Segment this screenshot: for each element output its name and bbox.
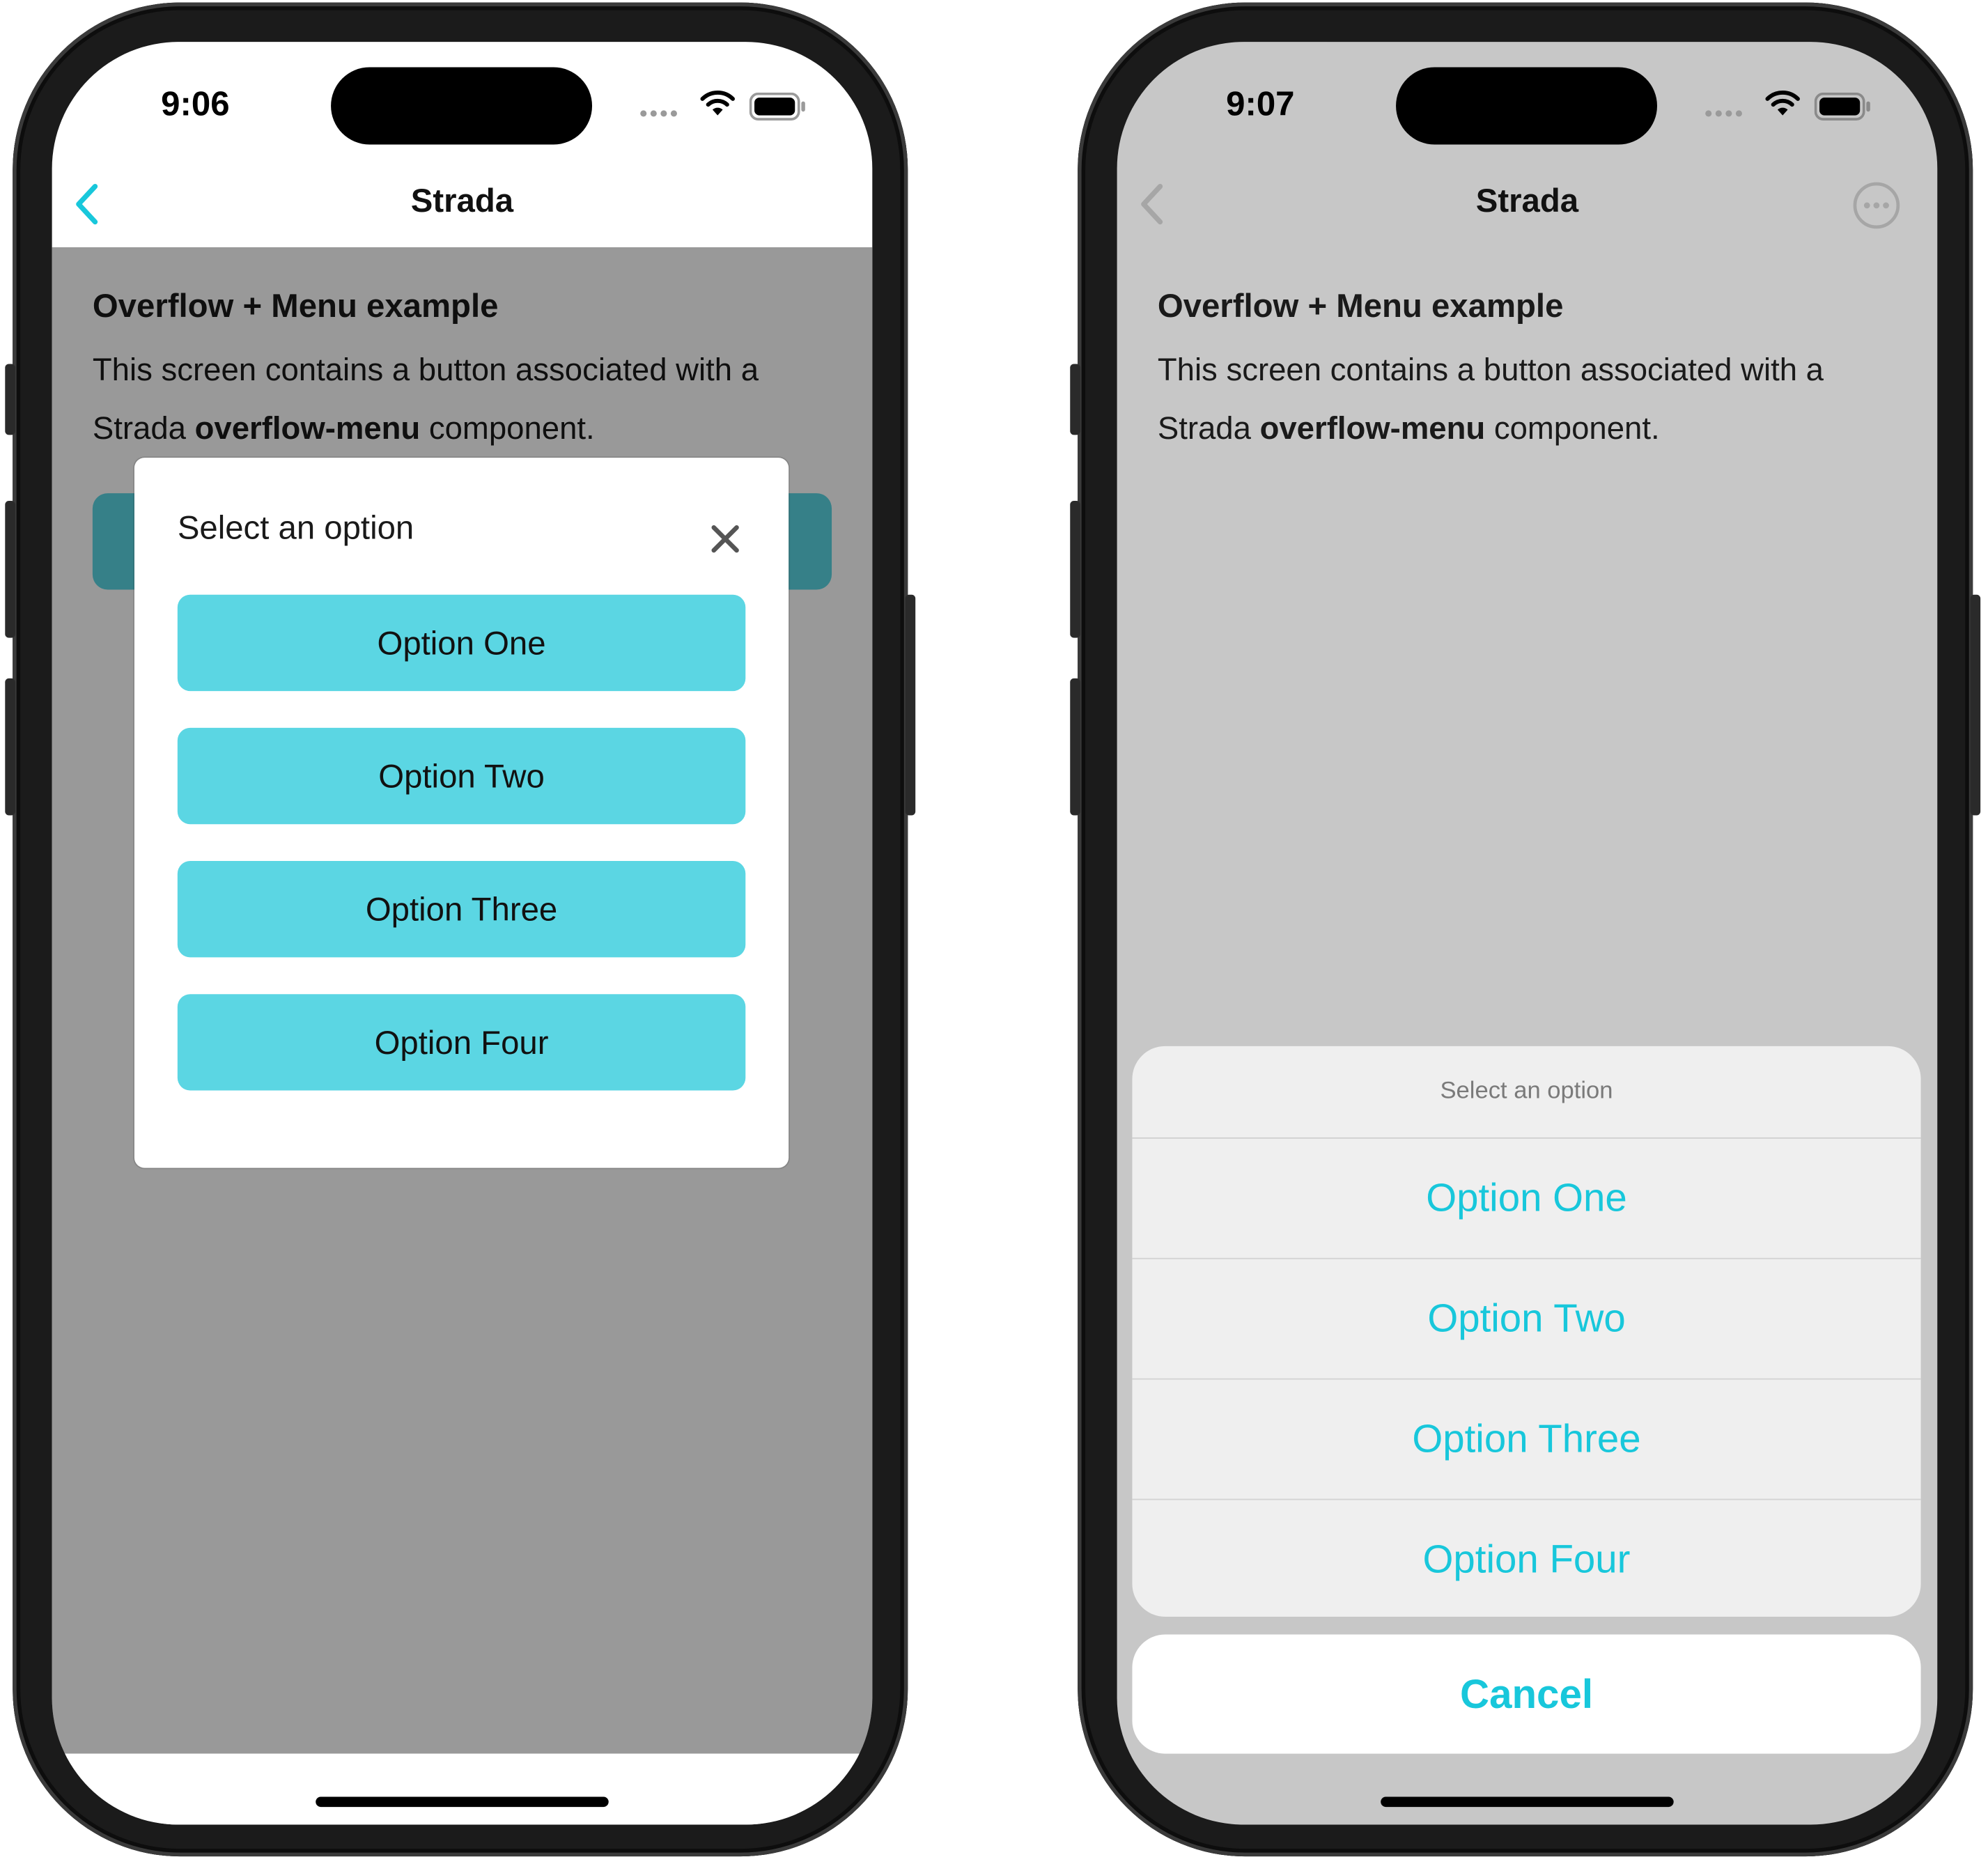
component-name: overflow-menu	[1259, 410, 1486, 446]
action-sheet-title: Select an option	[1132, 1046, 1921, 1139]
volume-up-button	[5, 501, 15, 638]
dynamic-island	[331, 67, 593, 145]
action-button	[1070, 364, 1080, 435]
dialog-title: Select an option	[177, 508, 414, 547]
action-sheet: Select an option Option One Option Two O…	[1132, 1046, 1921, 1617]
volume-down-button	[1070, 678, 1080, 816]
option-two-button[interactable]: Option Two	[177, 727, 746, 825]
right-phone-frame: 9:07 Strada Overflow + Menu example This…	[1070, 2, 1981, 1857]
home-indicator[interactable]	[316, 1796, 609, 1808]
right-screen: 9:07 Strada Overflow + Menu example This…	[1117, 42, 1938, 1825]
wifi-icon	[1765, 91, 1800, 116]
cancel-button[interactable]: Cancel	[1132, 1634, 1921, 1754]
option-dialog: Select an option Option One Option Two O…	[134, 458, 789, 1168]
option-one-button[interactable]: Option One	[177, 594, 746, 692]
action-option-two[interactable]: Option Two	[1132, 1259, 1921, 1380]
power-button	[905, 594, 916, 816]
nav-title: Strada	[410, 181, 514, 219]
cellular-dots-icon	[1705, 110, 1742, 117]
page-heading: Overflow + Menu example	[1157, 286, 1564, 325]
close-icon[interactable]	[710, 524, 740, 554]
action-option-one[interactable]: Option One	[1132, 1139, 1921, 1259]
battery-icon	[749, 92, 805, 121]
ellipsis-circle-icon[interactable]	[1851, 180, 1902, 231]
nav-title: Strada	[1475, 181, 1579, 219]
cellular-dots-icon	[640, 110, 677, 117]
status-time: 9:07	[1226, 84, 1295, 123]
navigation-bar: Strada	[1117, 169, 1938, 247]
power-button	[1970, 594, 1981, 816]
action-option-three[interactable]: Option Three	[1132, 1380, 1921, 1500]
wifi-icon	[700, 91, 735, 116]
left-phone-frame: 9:06 Strada Overflow + Menu example This…	[5, 2, 916, 1857]
status-time: 9:06	[161, 84, 230, 123]
dynamic-island	[1396, 67, 1658, 145]
home-indicator[interactable]	[1381, 1796, 1674, 1808]
battery-icon	[1814, 92, 1870, 121]
action-option-four[interactable]: Option Four	[1132, 1500, 1920, 1617]
page-description: This screen contains a button associated…	[1158, 341, 1897, 458]
left-screen: 9:06 Strada Overflow + Menu example This…	[52, 42, 873, 1825]
page-content: Overflow + Menu example This screen cont…	[1158, 283, 1897, 458]
description-suffix: component.	[1485, 410, 1660, 446]
option-three-button[interactable]: Option Three	[177, 861, 746, 958]
action-button	[5, 364, 15, 435]
option-four-button[interactable]: Option Four	[177, 994, 746, 1091]
volume-down-button	[5, 678, 15, 816]
volume-up-button	[1070, 501, 1080, 638]
bottom-safe-area	[52, 1753, 873, 1825]
navigation-bar: Strada	[52, 169, 873, 247]
